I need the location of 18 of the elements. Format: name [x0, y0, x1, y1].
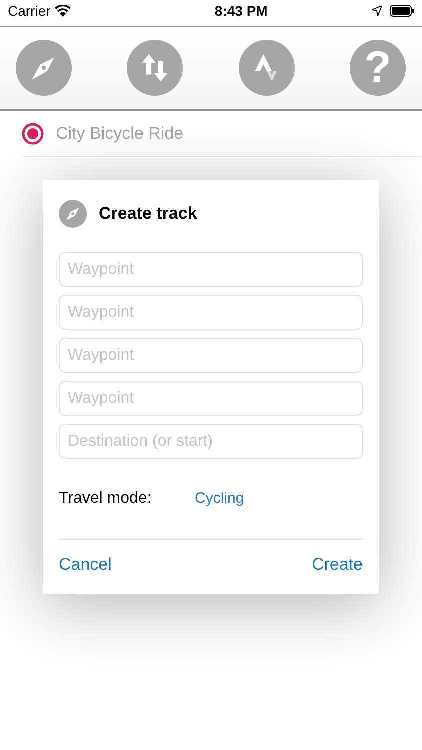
- track-row[interactable]: City Bicycle Ride: [22, 111, 422, 157]
- location-arrow-icon: [372, 6, 382, 16]
- carrier-text: Carrier: [8, 2, 51, 20]
- help-button[interactable]: ?: [350, 40, 406, 96]
- cancel-button[interactable]: Cancel: [59, 552, 112, 578]
- compass-icon: [59, 200, 87, 228]
- time-text: 8:43 PM: [214, 2, 268, 20]
- waypoint-field[interactable]: Waypoint: [59, 381, 363, 416]
- travel-mode-label: Travel mode:: [59, 489, 153, 509]
- create-button[interactable]: Create: [312, 552, 363, 578]
- waypoint-field[interactable]: Waypoint: [59, 338, 363, 373]
- dialog-title: Create track: [99, 203, 198, 226]
- waypoint-field[interactable]: Waypoint: [59, 295, 363, 330]
- travel-mode-selector[interactable]: Cycling: [195, 488, 244, 510]
- waypoint-field[interactable]: Destination (or start): [59, 424, 363, 459]
- wifi-icon: [54, 5, 71, 17]
- battery-icon: [390, 5, 414, 17]
- waypoint-field[interactable]: Waypoint: [59, 252, 363, 287]
